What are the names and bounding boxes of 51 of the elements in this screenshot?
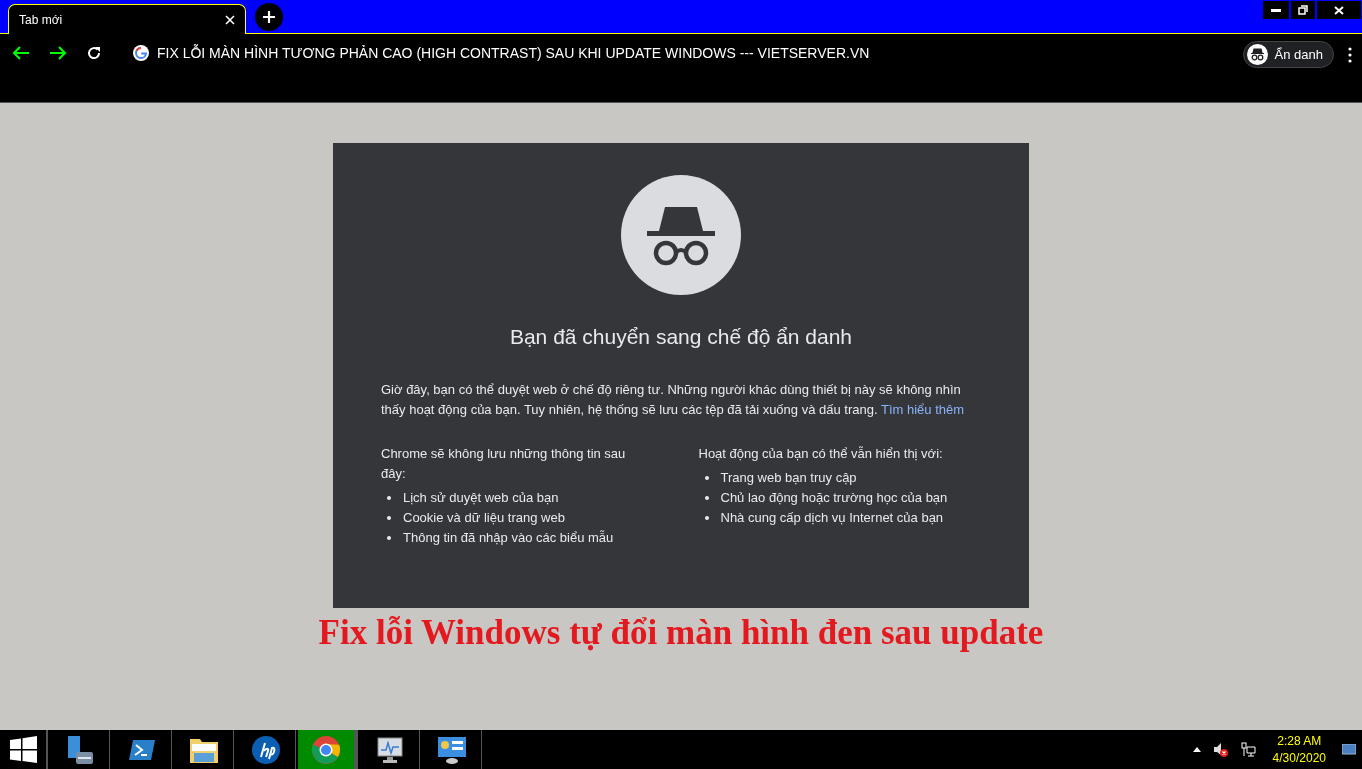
bullet-icon <box>704 495 709 500</box>
minimize-icon <box>1271 8 1281 12</box>
list-item: Nhà cung cấp dịch vụ Internet của bạn <box>720 508 944 527</box>
incognito-profile-chip[interactable]: Ẩn danh <box>1242 41 1334 68</box>
hp-logo-icon <box>250 734 281 765</box>
chrome-logo-icon <box>311 734 341 765</box>
bullet-icon <box>387 515 391 520</box>
intro-paragraph: Giờ đây, bạn có thể duyệt web ở chế độ riêng tư. Những người khác dùng thiết bị này sẽ không nhìn thấy hoạt động của bạn. Tuy nhiên, hệ thống sẽ lưu các tệp đã tải xuống và dấu trang. Tìm hiểu thêm <box>381 380 966 419</box>
tray-arrow-icon[interactable] <box>1192 747 1201 752</box>
more-menu-icon[interactable] <box>1348 46 1352 63</box>
restore-button[interactable] <box>1291 1 1315 19</box>
list-item: Trang web bạn truy cập <box>720 468 857 487</box>
clock[interactable]: 2:28 AM 4/30/2020 <box>1268 732 1330 767</box>
show-desktop-icon[interactable] <box>1342 743 1356 756</box>
clock-date: 4/30/2020 <box>1272 749 1326 767</box>
profile-label: Ẩn danh <box>1274 45 1323 64</box>
close-icon[interactable] <box>225 14 235 25</box>
bullet-icon <box>704 475 709 480</box>
forward-arrow-icon[interactable] <box>49 45 67 61</box>
list-item: Thông tin đã nhập vào các biểu mẫu <box>403 528 614 547</box>
close-icon <box>1334 5 1344 15</box>
bullet-icon <box>387 495 391 500</box>
address-text[interactable]: FIX LỖI MÀN HÌNH TƯƠNG PHẢN CAO (HIGH CONTRAST) SAU KHI UPDATE WINDOWS --- VIETSERVER.VN <box>157 42 870 64</box>
new-tab-button[interactable] <box>255 3 283 31</box>
close-window-button[interactable] <box>1317 1 1361 19</box>
column-title: Chrome sẽ không lưu những thông tin sau đây: <box>381 444 627 483</box>
bullet-icon <box>704 515 709 520</box>
speaker-muted-icon[interactable] <box>1212 741 1229 758</box>
network-icon[interactable] <box>1240 741 1257 758</box>
control-panel-icon <box>435 734 468 765</box>
incognito-icon <box>1246 44 1268 65</box>
list-item: Lịch sử duyệt web của bạn <box>403 488 559 507</box>
incognito-icon <box>621 175 741 295</box>
terminal-icon <box>127 737 156 762</box>
bullet-icon <box>387 535 391 540</box>
clock-time: 2:28 AM <box>1277 732 1322 750</box>
tab-title: Tab mới <box>19 11 63 29</box>
windows-logo-icon <box>9 736 37 763</box>
column-title: Hoạt động của bạn có thể vẫn hiển thị với: <box>698 444 944 463</box>
minimize-button[interactable] <box>1263 1 1289 19</box>
google-logo-icon <box>133 45 149 61</box>
back-arrow-icon[interactable] <box>12 45 30 61</box>
list-item: Cookie và dữ liệu trang web <box>403 508 565 527</box>
browser-tab[interactable]: Tab mới <box>8 4 246 34</box>
incognito-heading: Bạn đã chuyển sang chế độ ẩn danh <box>509 324 853 350</box>
learn-more-link[interactable]: Tìm hiểu thêm <box>880 401 965 417</box>
reload-icon[interactable] <box>86 45 102 61</box>
restore-icon <box>1298 5 1308 15</box>
caption-text: Fix lỗi Windows tự đổi màn hình đen sau update <box>318 612 1044 654</box>
plus-icon <box>262 10 276 24</box>
list-item: Chủ lao động hoặc trường học của bạn <box>720 488 948 507</box>
